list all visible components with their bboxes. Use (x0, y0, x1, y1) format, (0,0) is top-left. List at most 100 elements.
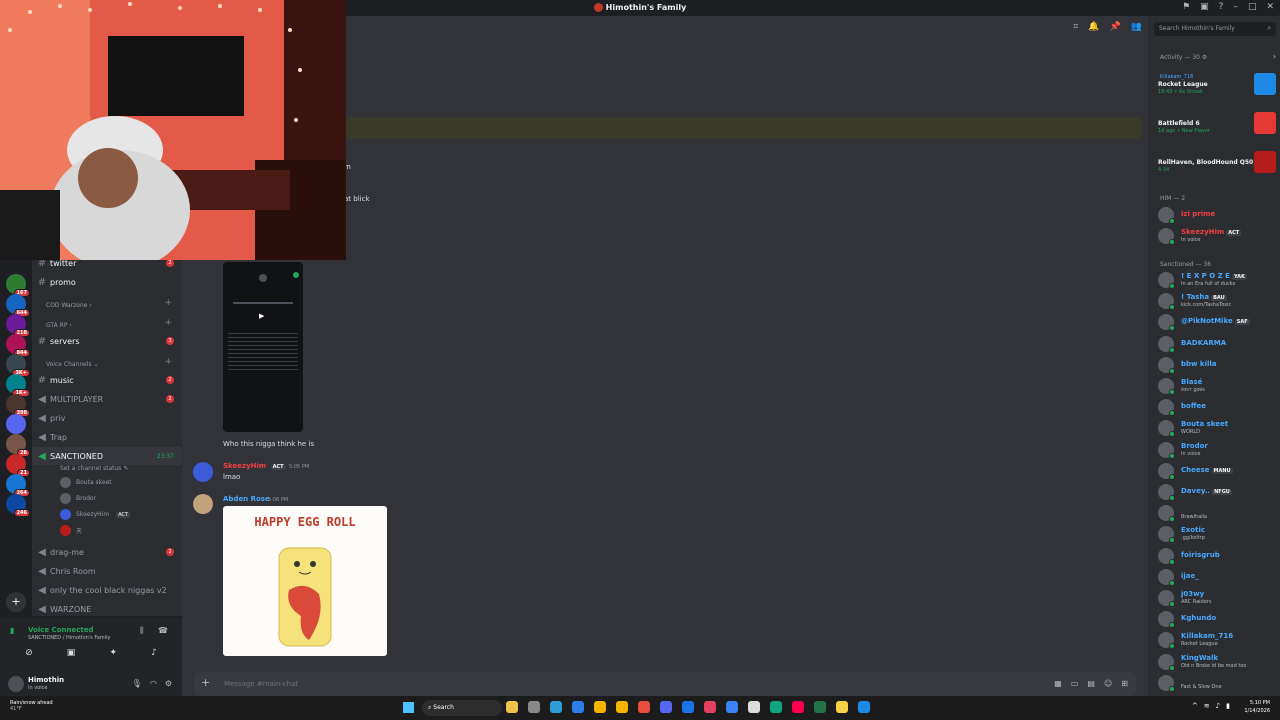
threads-icon[interactable]: ⌗ (1073, 22, 1078, 32)
channel-chris-room[interactable]: ◀ Chris Room (32, 562, 182, 580)
member-item[interactable]: Davey.. NFGU (1156, 482, 1280, 502)
inbox-icon[interactable]: ⚑ (1182, 2, 1190, 12)
member-item[interactable]: Fast & Slow One (1156, 673, 1280, 693)
server-icon[interactable]: 644 (6, 294, 30, 317)
taskbar-app-icon[interactable] (726, 701, 738, 713)
voice-user[interactable]: Brodor (60, 493, 96, 504)
channel-trap[interactable]: ◀ Trap (32, 428, 182, 446)
channel-servers[interactable]: # servers 3 (32, 332, 182, 350)
server-icon[interactable]: 398 (6, 394, 30, 417)
gif-attachment[interactable]: HAPPY EGG ROLL (223, 506, 387, 656)
voice-user[interactable]: SkeezyHim ACT (60, 509, 131, 520)
plus-icon[interactable]: + (164, 357, 172, 367)
member-item[interactable]: boffee (1156, 397, 1280, 417)
member-item[interactable]: bbw killa (1156, 355, 1280, 375)
noise-suppression-icon[interactable]: ⫼ (140, 626, 144, 636)
gift-icon[interactable]: ▦ (1054, 679, 1062, 688)
chevron-right-icon[interactable]: › (1273, 52, 1276, 61)
server-icon[interactable]: 3K+ (6, 354, 30, 377)
avatar[interactable] (8, 676, 24, 692)
server-icon[interactable]: 1K+ (6, 374, 30, 397)
member-item[interactable]: Bouta skeet WORLD (1156, 418, 1280, 438)
avatar[interactable] (193, 462, 213, 482)
taskbar-app-icon[interactable] (638, 701, 650, 713)
chevron-up-icon[interactable]: ^ (1192, 702, 1198, 710)
sticker-icon[interactable]: ▤ (1087, 679, 1095, 688)
activities-icon[interactable]: ✦ (109, 648, 117, 658)
taskbar-app-icon[interactable] (858, 701, 870, 713)
plus-icon[interactable]: + (164, 318, 172, 328)
camera-off-icon[interactable]: ⊘ (25, 648, 33, 658)
message-author[interactable]: SkeezyHim ACT (223, 462, 286, 470)
start-icon[interactable] (403, 702, 414, 713)
screenshot-attachment[interactable]: ▶ (223, 262, 303, 432)
gear-icon[interactable]: ⚙ (165, 679, 172, 688)
add-attachment-icon[interactable]: + (201, 676, 210, 689)
minimize-icon[interactable]: – (1233, 2, 1238, 12)
activity-card[interactable]: Battlefield 6 1d ago ⚡ New Player (1156, 109, 1278, 143)
maximize-icon[interactable]: □ (1248, 2, 1257, 12)
activity-card[interactable]: Killakam_716 Rocket League 19:43 ⚡ 6x Stre… (1156, 70, 1278, 104)
volume-icon[interactable]: ♪ (1216, 702, 1220, 710)
taskbar-app-icon[interactable] (506, 701, 518, 713)
server-icon[interactable]: 246 (6, 494, 30, 517)
member-item[interactable]: KingWalk Old n Broke id be mad too (1156, 652, 1280, 672)
members-icon[interactable]: 👥 (1131, 22, 1142, 32)
screen-icon[interactable]: ▣ (1200, 2, 1209, 12)
add-server-icon[interactable]: + (6, 592, 26, 612)
voice-user[interactable]: 天 (60, 525, 82, 536)
member-item[interactable]: Killakam_716 Rocket League (1156, 630, 1280, 650)
taskbar-app-icon[interactable] (660, 701, 672, 713)
channel-multiplayer[interactable]: ◀ MULTIPLAYER 2 (32, 390, 182, 408)
channel-priv[interactable]: ◀ priv (32, 409, 182, 427)
channel-promo[interactable]: # promo (32, 273, 182, 291)
voice-status[interactable]: Voice Connected (28, 626, 94, 634)
member-item[interactable]: Brawlhalla (1156, 503, 1280, 523)
member-item[interactable]: Exotic .gg/koltrp (1156, 524, 1280, 544)
taskbar-app-icon[interactable] (814, 701, 826, 713)
member-item[interactable]: foirisgrub (1156, 546, 1280, 566)
username[interactable]: Himothin (28, 676, 64, 684)
taskbar-app-icon[interactable] (770, 701, 782, 713)
channel-status[interactable]: Set a channel status ✎ (60, 465, 128, 472)
avatar[interactable] (193, 494, 213, 514)
member-item[interactable]: j03wy ARC Raiders (1156, 588, 1280, 608)
message-author[interactable]: Abden Rose (223, 495, 270, 503)
taskbar-app-icon[interactable] (616, 701, 628, 713)
voice-user[interactable]: Bouta skeet (60, 477, 112, 488)
taskbar-app-icon[interactable] (528, 701, 540, 713)
member-item[interactable]: SkeezyHim ACT In voice (1156, 226, 1280, 246)
server-icon[interactable]: 218 (6, 314, 30, 337)
apps-icon[interactable]: ⊞ (1121, 679, 1128, 688)
server-icon[interactable]: 264 (6, 474, 30, 497)
help-icon[interactable]: ? (1219, 2, 1224, 12)
search-input[interactable]: Search Himothin's Family ⌕ (1154, 22, 1276, 36)
channel-cool[interactable]: ◀ only the cool black niggas v2 (32, 581, 182, 599)
taskbar-search[interactable]: ⌕ Search (422, 700, 502, 716)
taskbar-app-icon[interactable] (594, 701, 606, 713)
member-item[interactable]: Cheese MANU (1156, 461, 1280, 481)
message-input[interactable]: Message #main-chat (224, 680, 298, 688)
taskbar-app-icon[interactable] (748, 701, 760, 713)
mic-icon[interactable]: 🎙 (132, 679, 142, 688)
member-item[interactable]: ! E X P O Z E YAK In an Era full of ducks (1156, 270, 1280, 290)
member-item[interactable]: ! Tasha BAU kick.com/TashaToxic (1156, 291, 1280, 311)
voice-channel-path[interactable]: SANCTIONED / Himothin's Family (28, 635, 110, 641)
channel-warzone[interactable]: ◀ WARZONE (32, 600, 182, 618)
message-composer[interactable]: + Message #main-chat ▦ ▭ ▤ ☺ ⊞ (194, 672, 1136, 696)
battery-icon[interactable]: ▮ (1226, 702, 1230, 710)
activity-card[interactable]: RellHaven, BloodHound Q50 4:34 (1156, 148, 1278, 182)
channel-music[interactable]: # music 2 (32, 371, 182, 389)
taskbar-app-icon[interactable] (682, 701, 694, 713)
channel-sanctioned[interactable]: ◀ SANCTIONED 23:37 (32, 447, 182, 465)
activity-header[interactable]: Activity — 30 ⚙ (1160, 54, 1207, 61)
taskbar-app-icon[interactable] (704, 701, 716, 713)
server-icon[interactable]: 26 (6, 434, 30, 457)
headset-icon[interactable]: ◠ (150, 679, 157, 688)
server-icon[interactable]: 844 (6, 334, 30, 357)
emoji-icon[interactable]: ☺ (1104, 679, 1112, 688)
taskbar-app-icon[interactable] (792, 701, 804, 713)
member-item[interactable]: @PikNotMike SAF (1156, 312, 1280, 332)
server-icon[interactable] (6, 414, 26, 434)
member-item[interactable]: ijae_ (1156, 567, 1280, 587)
